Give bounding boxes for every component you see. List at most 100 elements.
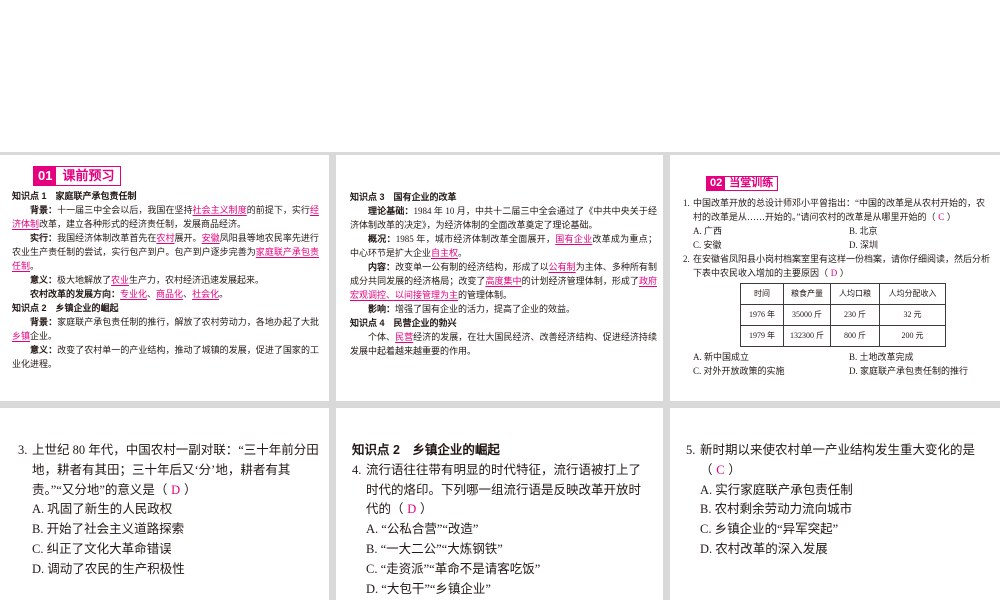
question-1: 1. 中国改革开放的总设计师邓小平曾指出：“中国的改革是从农村开始的，农村的改革是…: [683, 196, 991, 224]
table-cell: 800 斤: [830, 325, 880, 347]
paragraph-label: 内容：: [368, 262, 396, 272]
slide-question-5: 5. 新时期以来使农村单一产业结构发生重大变化的是（ C） A. 实行家庭联产承包责…: [670, 408, 1000, 600]
question-5: 5. 新时期以来使农村单一产业结构发生重大变化的是（ C）: [686, 441, 982, 481]
table-cell: 230 斤: [830, 304, 880, 326]
question-stem: 新时期以来使农村单一产业结构发生重大变化的是（: [700, 443, 976, 477]
question-block: 3. 上世纪 80 年代，中国农村一副对联：“三十年前分田地，耕者有其田；三十年后…: [18, 441, 324, 580]
answer-option: A. 实行家庭联产承包责任制: [700, 482, 853, 497]
section-title: 课前预习: [62, 168, 115, 183]
text-run: 知识点 3 国有企业的改革: [350, 192, 457, 202]
knowledge-paragraph: 个体、民营经济的发展，在壮大国民经济、改善经济结构、促进经济持续发展中起着越来越…: [350, 330, 657, 358]
column-header: 人均口粮: [830, 283, 880, 305]
knowledge-paragraph: 实行：我国经济体制改革首先在农村展开。安徽凤阳县等地农民率先进行农业生产责任制的…: [12, 231, 319, 273]
text-run: 1985 年，城市经济体制改革全面展开，: [395, 234, 556, 244]
question-number: 5.: [686, 443, 696, 457]
answer-option: B. 北京: [849, 226, 878, 236]
knowledge-paragraph: 背景：家庭联产承包责任制的推行，解放了农村劳动力，各地办起了大批乡镇企业。: [12, 315, 319, 343]
answer-letter: C: [716, 462, 725, 477]
slide-question-3: 3. 上世纪 80 年代，中国农村一副对联：“三十年前分田地，耕者有其田；三十年后…: [0, 408, 329, 600]
paragraph-label: 概况：: [368, 234, 396, 244]
paragraph-label: 理论基础：: [368, 206, 414, 216]
answer-option: D. 农村改革的深入发展: [700, 541, 828, 556]
text-run: 的管理体制。: [458, 290, 513, 300]
table-cell: 200 元: [879, 325, 946, 347]
text-run: 。: [30, 261, 40, 271]
question-bracket-close: ）: [183, 482, 197, 497]
answer-option: D. 深圳: [849, 240, 878, 250]
knowledge-point-heading: 知识点 4 民营企业的勃兴: [350, 316, 657, 330]
key-term: 国有企业: [555, 234, 593, 244]
knowledge-paragraph: 内容：改变单一公有制的经济结构，形成了以公有制为主体、多种所有制成分共同发展的经…: [350, 260, 657, 302]
paragraph-label: 背景：: [30, 317, 58, 327]
text-run: 知识点 1 家庭联产承包责任制: [12, 191, 137, 201]
knowledge-paragraph: 农村改革的发展方向：专业化、商品化、社会化。: [12, 287, 319, 301]
text-run: 。: [458, 248, 468, 258]
answer-option: D. 家庭联产承包责任制的推行: [849, 366, 969, 376]
answer-option: C. 纠正了文化大革命错误: [32, 541, 172, 556]
key-term: 民营: [395, 332, 414, 342]
text-run: 个体、: [368, 332, 396, 342]
column-header: 人均分配收入: [879, 283, 946, 305]
section-number: 01: [34, 167, 57, 185]
question-2: 2. 在安徽省凤阳县小岗村档案室里有这样一份档案，请你仔细阅读，然后分析下表中农民…: [683, 252, 991, 280]
knowledge-point-heading: 知识点 2 乡镇企业的崛起: [352, 443, 500, 457]
answer-option: A. 广西: [693, 226, 722, 236]
answer-option: B. 开始了社会主义道路探索: [32, 522, 185, 537]
question-bracket-close: ）: [728, 462, 741, 477]
answer-letter: D: [830, 268, 838, 278]
farmer-income-table: 时间 粮食产量 人均口粮 人均分配收入 1976 年 35000 斤 230 斤 32 元 19…: [740, 283, 946, 347]
section-badge-practice: 02 当堂训练: [706, 176, 779, 191]
text-run: 知识点 4 民营企业的勃兴: [350, 318, 457, 328]
knowledge-point-heading: 知识点 3 国有企业的改革: [350, 190, 657, 204]
table-cell: 132300 斤: [783, 325, 831, 347]
text-run: 改革，建立各种形式的经济责任制，发展商品经济。: [39, 219, 247, 229]
answer-option: C. “走资派”“革命不是请客吃饭”: [366, 561, 541, 576]
question-number: 3.: [18, 443, 28, 457]
question-number: 4.: [352, 462, 362, 477]
question-bracket-close: ）: [946, 212, 956, 222]
knowledge-paragraph: 概况：1985 年，城市经济体制改革全面展开，国有企业改革成为重点；中心环节是扩…: [350, 232, 657, 260]
question-number: 1.: [683, 198, 690, 208]
text-run: 增强了国有企业的活力，提高了企业的效益。: [395, 304, 576, 314]
paragraph-label: 意义：: [30, 345, 58, 355]
text-run: 的计划经济管理体制，形成了: [521, 276, 639, 286]
knowledge-paragraph: 意义：极大地解放了农业生产力，农村经济迅速发展起来。: [12, 273, 319, 287]
slide-question-4: 知识点 2 乡镇企业的崛起 4. 流行语往往带有明显的时代特征，流行语被打上了时代…: [336, 408, 663, 600]
table-cell: 35000 斤: [783, 304, 831, 326]
section-title: 当堂训练: [729, 177, 774, 189]
knowledge-point-heading: 知识点 1 家庭联产承包责任制: [12, 189, 319, 203]
answer-option: C. 乡镇企业的“异军突起”: [700, 522, 839, 537]
question-3-options: A. 巩固了新生的人民政权 B. 开始了社会主义道路探索 C. 纠正了文化大革命错误…: [18, 500, 324, 579]
answer-option: C. 安徽: [693, 240, 722, 250]
table-row: 1979 年 132300 斤 800 斤 200 元: [740, 325, 946, 347]
text-run: 、: [183, 289, 193, 299]
key-term: 社会化: [192, 289, 220, 299]
answer-letter: D: [171, 482, 181, 497]
table-row: 1976 年 35000 斤 230 斤 32 元: [740, 304, 946, 326]
question-3: 3. 上世纪 80 年代，中国农村一副对联：“三十年前分田地，耕者有其田；三十年后…: [18, 441, 324, 500]
knowledge-notes: 知识点 1 家庭联产承包责任制 背景：十一届三中全会以后，我国在坚持社会主义制度的…: [12, 189, 319, 371]
slide-preview-notes: 01 课前预习 知识点 1 家庭联产承包责任制 背景：十一届三中全会以后，我国在坚持…: [0, 155, 329, 401]
question-4-options: A. “公私合营”“改造” B. “一大二公”“大炼钢铁” C. “走资派”“革命不…: [352, 520, 648, 599]
answer-option: D. 调动了农民的生产积极性: [32, 561, 185, 576]
section-number: 02: [707, 177, 726, 190]
text-run: 十一届三中全会以后，我国在坚持: [57, 205, 193, 215]
paragraph-label: 背景：: [30, 205, 58, 215]
knowledge-paragraph: 背景：十一届三中全会以后，我国在坚持社会主义制度的前提下，实行经济体制改革，建立…: [12, 203, 319, 231]
text-run: 企业。: [30, 331, 58, 341]
key-term: 乡镇: [12, 331, 31, 341]
text-run: 展开。: [174, 233, 202, 243]
key-term: 商品化: [156, 289, 184, 299]
table-cell: 32 元: [879, 304, 946, 326]
answer-letter: D: [407, 502, 417, 517]
key-term: 自主权: [431, 248, 459, 258]
answer-option: D. “大包干”“乡镇企业”: [366, 581, 491, 596]
key-term: 社会主义制度: [192, 205, 247, 215]
knowledge-paragraph: 影响：增强了国有企业的活力，提高了企业的效益。: [350, 302, 657, 316]
text-run: 的前提下，实行: [246, 205, 310, 215]
question-block: 5. 新时期以来使农村单一产业结构发生重大变化的是（ C） A. 实行家庭联产承包责…: [686, 441, 982, 560]
answer-letter: C: [938, 212, 945, 222]
practice-questions: 1. 中国改革开放的总设计师邓小平曾指出：“中国的改革是从农村开始的，农村的改革是…: [683, 196, 991, 378]
key-term: 专业化: [120, 289, 148, 299]
answer-option: B. 农村剩余劳动力流向城市: [700, 502, 853, 517]
